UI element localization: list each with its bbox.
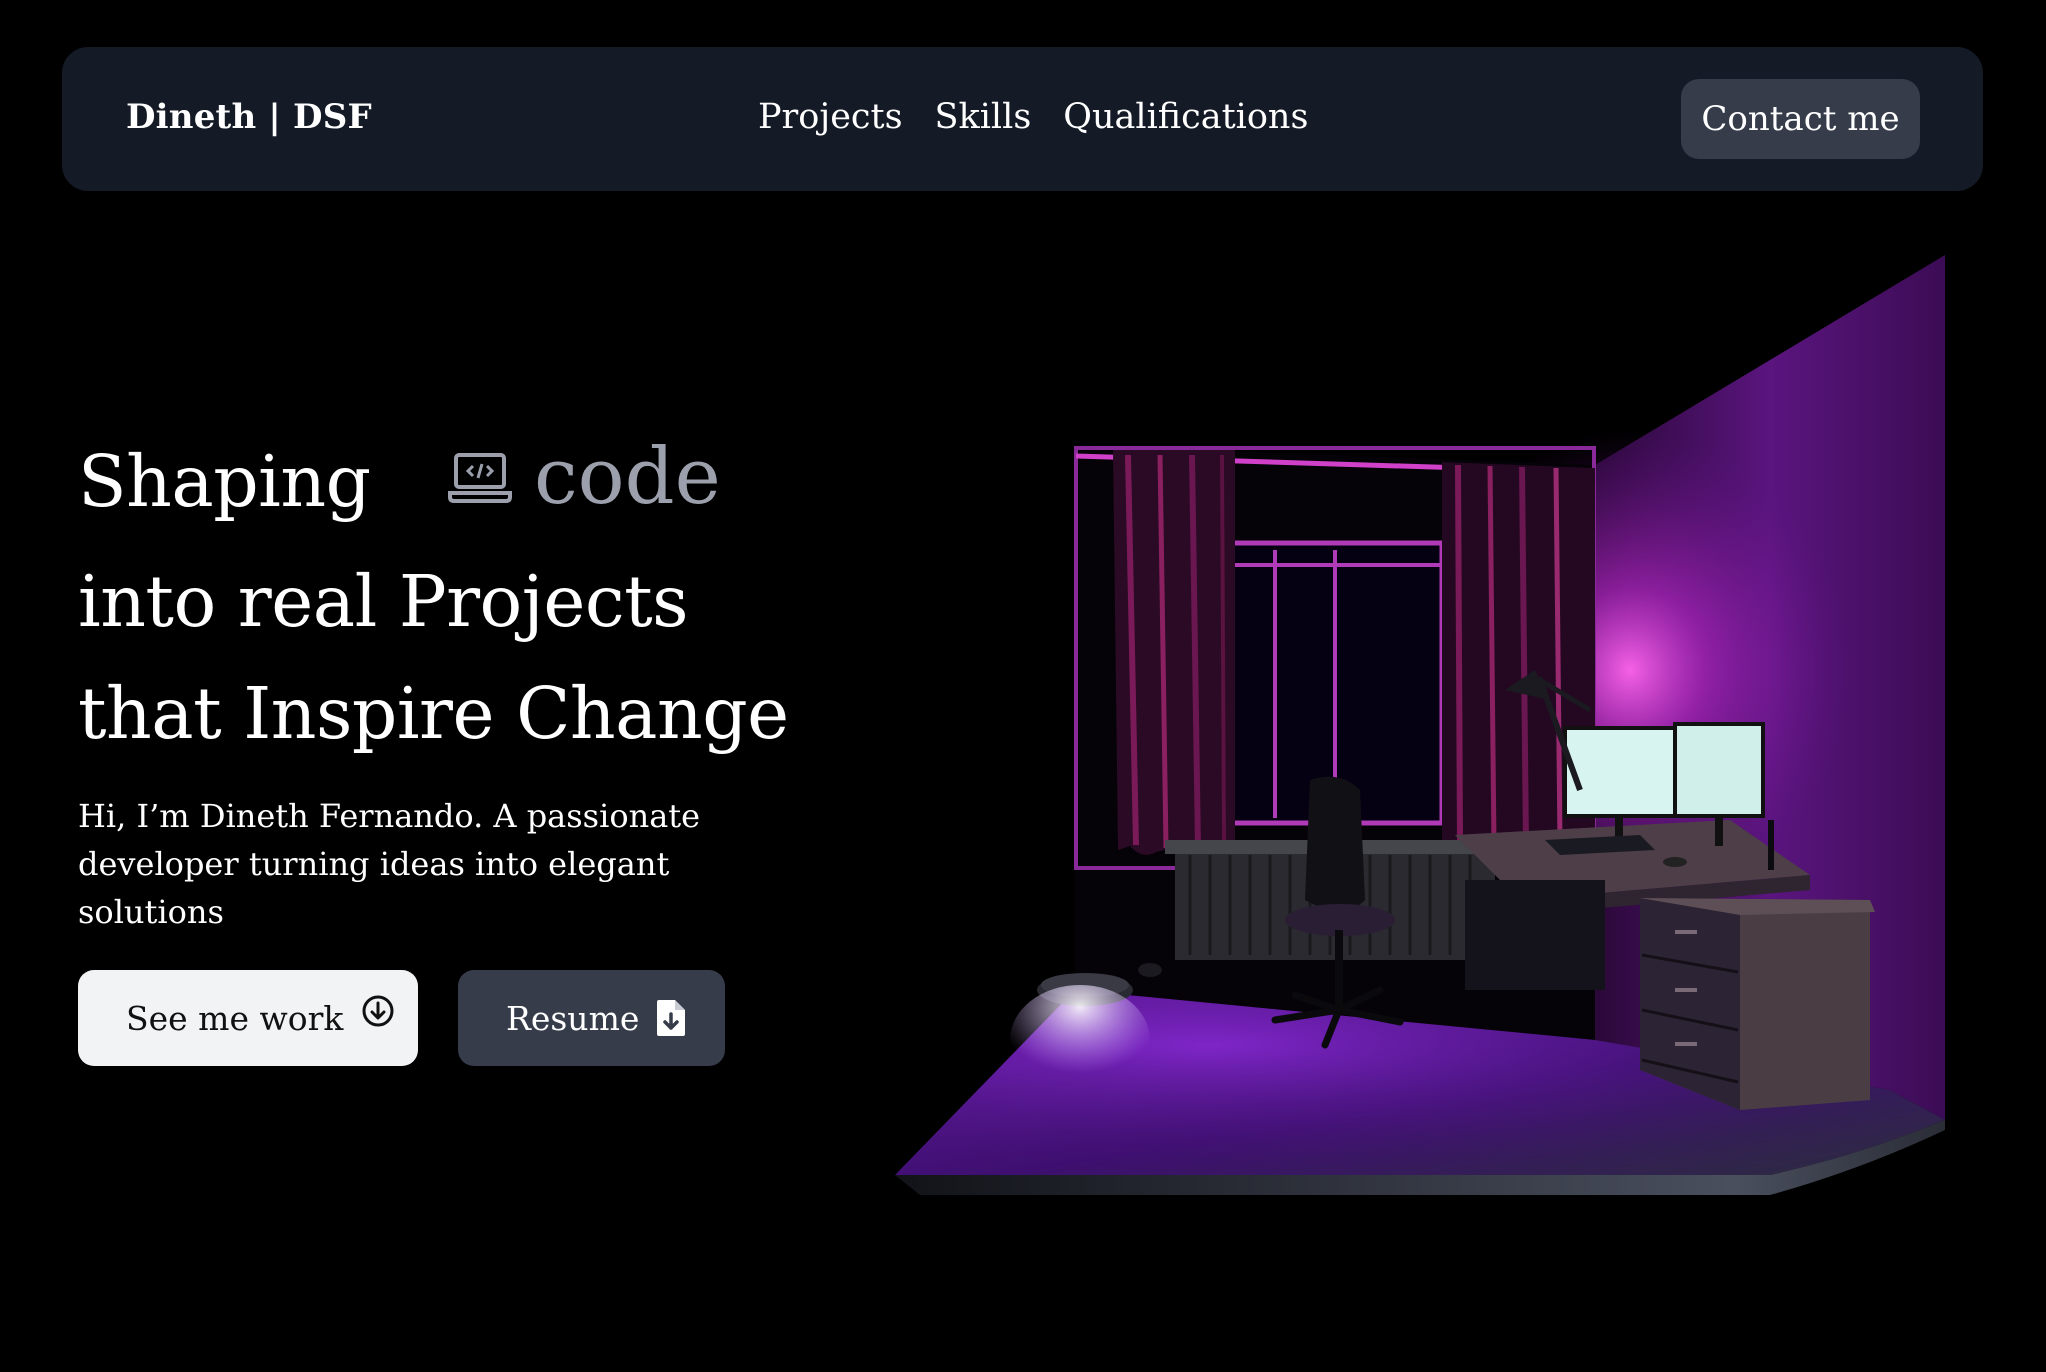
nav-links: Projects Skills Qualifications — [758, 97, 1308, 137]
headline-line-2: into real Projects — [78, 560, 689, 643]
intro-text: Hi, I’m Dineth Fernando. A passionate de… — [78, 797, 701, 931]
room-illustration — [895, 255, 1945, 1195]
arrow-down-circle-icon — [362, 995, 394, 1027]
see-my-work-label: See me work — [126, 998, 344, 1038]
headline-line-1: Shaping — [78, 440, 371, 523]
resume-label: Resume — [506, 998, 640, 1038]
resume-button[interactable]: Resume — [458, 970, 725, 1066]
headline-line-3: that Inspire Change — [78, 672, 789, 755]
brand-logo[interactable]: Dineth | DSF — [126, 97, 372, 137]
rotating-word-text: code — [534, 432, 721, 522]
contact-button[interactable]: Contact me — [1681, 79, 1920, 159]
rotating-word: code — [448, 432, 721, 522]
laptop-code-icon — [448, 453, 512, 503]
nav-link-qualifications[interactable]: Qualifications — [1063, 97, 1308, 137]
nav-link-projects[interactable]: Projects — [758, 97, 903, 137]
file-download-icon — [657, 1000, 686, 1036]
nav-link-skills[interactable]: Skills — [935, 97, 1032, 137]
see-my-work-button[interactable]: See me work — [78, 970, 418, 1066]
top-navbar: Dineth | DSF Projects Skills Qualificati… — [62, 47, 1983, 191]
